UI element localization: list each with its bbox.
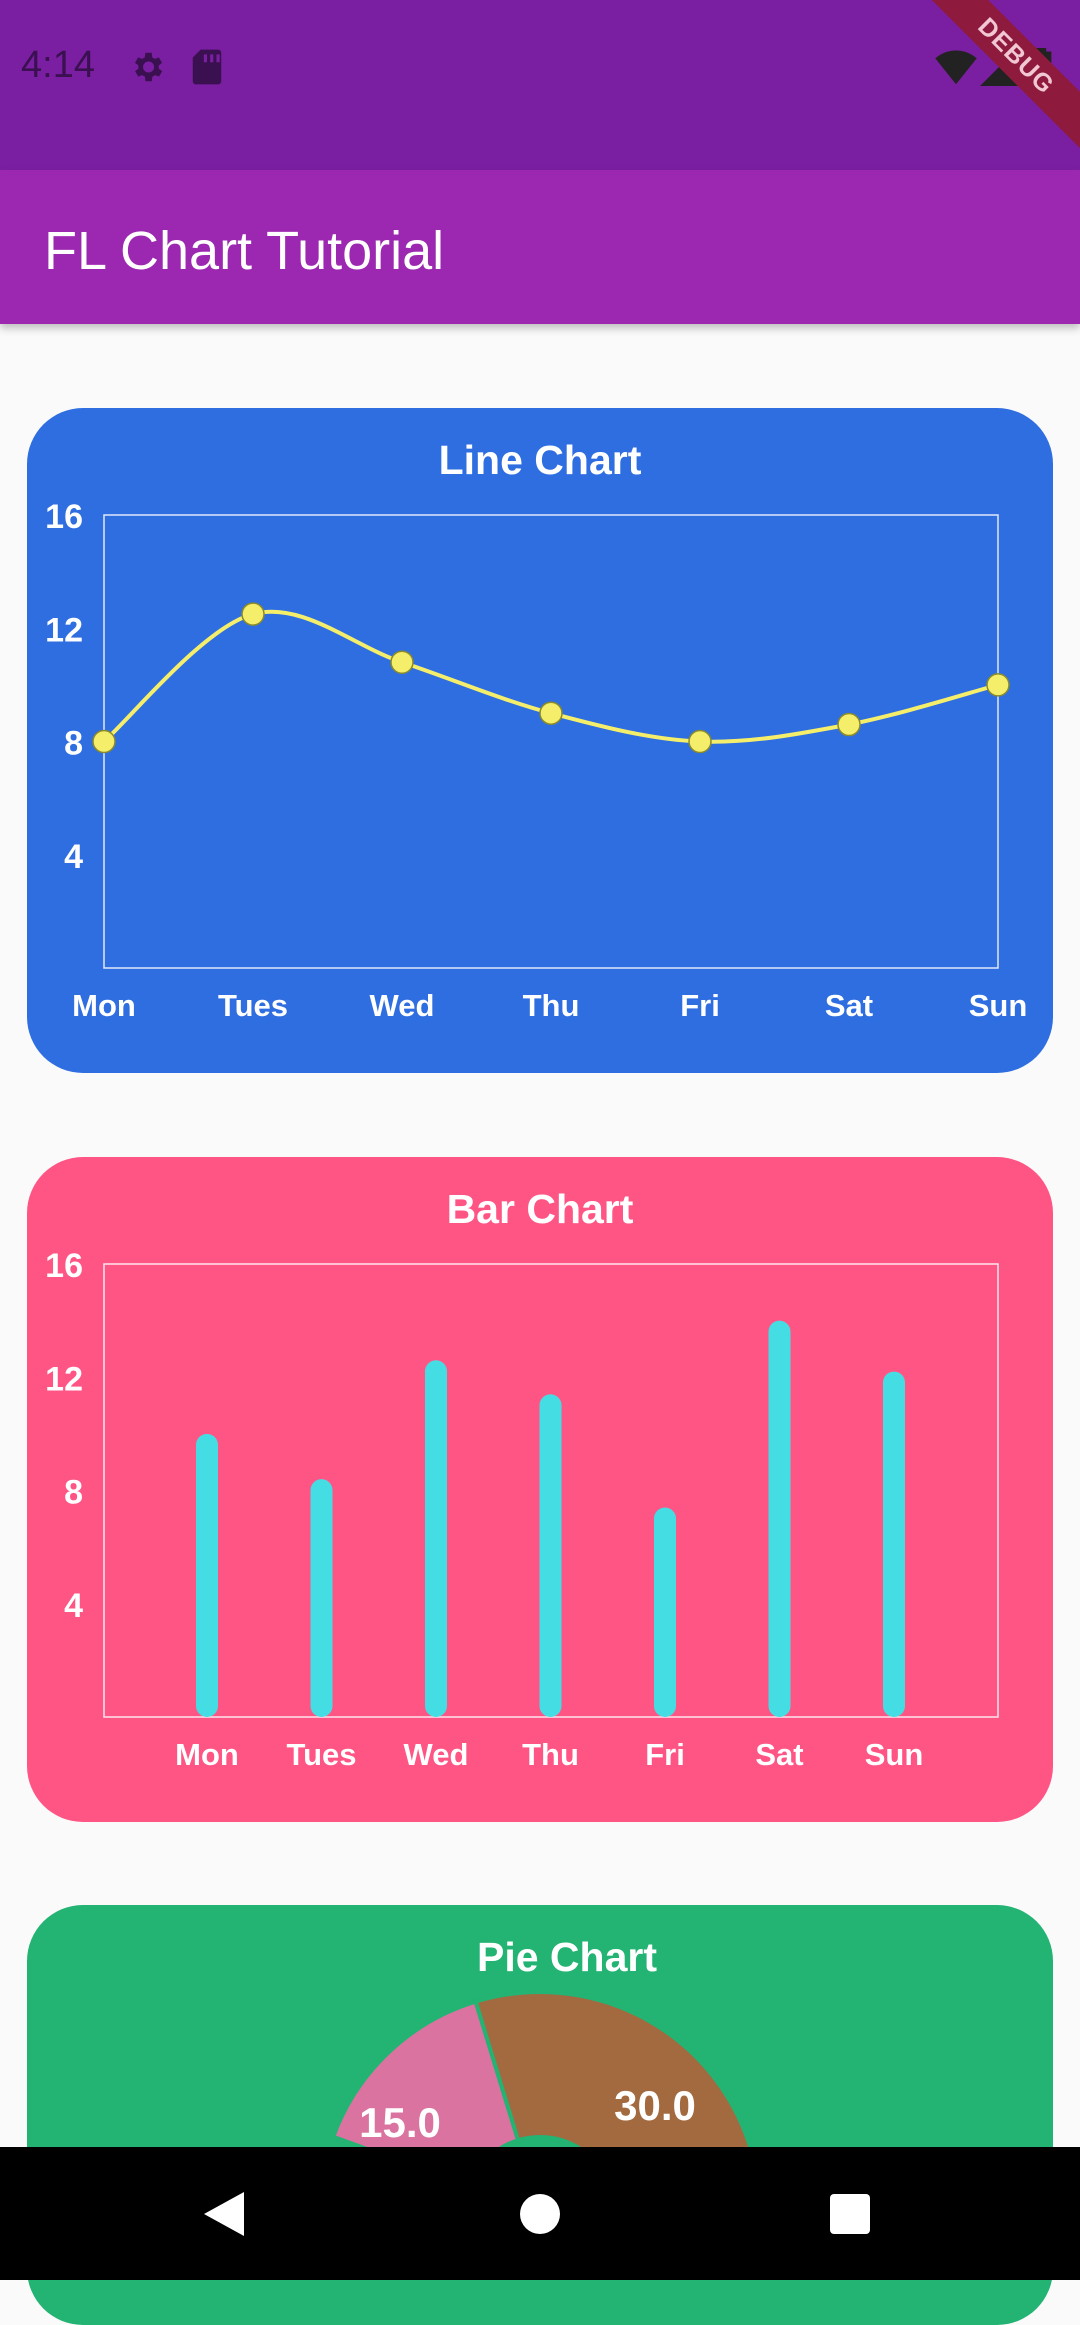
bar-chart-bar-mon <box>196 1433 218 1717</box>
line-chart-x-tick-tues: Tues <box>218 988 288 1023</box>
bar-chart-bar-tues <box>310 1479 333 1717</box>
line-chart-x-tick-sat: Sat <box>825 988 873 1023</box>
app-bar: FL Chart Tutorial <box>0 170 1080 324</box>
line-chart-y-tick-16: 16 <box>45 498 83 536</box>
bar-chart-x-tick-sun: Sun <box>865 1737 924 1772</box>
line-chart-x-tick-thu: Thu <box>523 988 580 1023</box>
line-chart-x-tick-fri: Fri <box>680 988 720 1023</box>
bar-chart-x-tick-sat: Sat <box>755 1737 803 1772</box>
bar-chart-y-tick-12: 12 <box>45 1360 83 1398</box>
line-chart-x-tick-wed: Wed <box>370 988 435 1023</box>
pie-label-30: 30.0 <box>614 2082 696 2129</box>
line-chart-card: Line Chart 4 8 12 16 Mon Tues Wed Thu Fri Sat Sun <box>27 408 1053 1073</box>
bar-chart-x-tick-wed: Wed <box>404 1737 469 1772</box>
bar-chart-card: Bar Chart 4 8 12 16 Mon Tues Wed Thu Fri Sat Sun <box>27 1157 1053 1822</box>
line-chart-point-mon <box>92 729 116 754</box>
line-chart-y-tick-8: 8 <box>64 725 83 763</box>
line-chart-y-tick-4: 4 <box>64 838 83 876</box>
back-icon[interactable] <box>204 2192 246 2236</box>
line-chart-point-thu <box>539 701 563 725</box>
bar-chart-y-tick-4: 4 <box>64 1587 83 1625</box>
line-chart-point-sun <box>986 673 1010 697</box>
bar-chart-y-tick-16: 16 <box>45 1247 83 1285</box>
bar-chart-bar-wed <box>425 1360 447 1717</box>
bar-chart-bar-fri <box>654 1507 676 1717</box>
line-chart-point-wed <box>390 650 414 674</box>
status-bar: 4:14 DEBUG <box>0 0 1080 170</box>
bar-chart-x-tick-fri: Fri <box>645 1737 685 1772</box>
line-chart: 4 8 12 16 Mon Tues Wed Thu Fri Sat Sun <box>45 498 1028 1023</box>
line-chart-point-fri <box>688 729 712 754</box>
bar-chart-bar-sat <box>768 1320 791 1717</box>
home-icon[interactable] <box>518 2192 562 2236</box>
line-chart-point-tues <box>241 602 265 626</box>
pie-label-15: 15.0 <box>359 2099 441 2146</box>
recents-icon[interactable] <box>828 2192 872 2236</box>
bar-chart-x-tick-tues: Tues <box>286 1737 356 1772</box>
navigation-bar <box>0 2147 1080 2280</box>
line-chart-point-sat <box>837 712 861 737</box>
bar-chart-bar-thu <box>539 1394 562 1717</box>
bar-chart-x-tick-mon: Mon <box>175 1737 239 1772</box>
line-chart-plot-border <box>103 514 999 969</box>
bar-chart: 4 8 12 16 Mon Tues Wed Thu Fri Sat Sun <box>45 1247 999 1772</box>
line-chart-x-tick-mon: Mon <box>72 988 136 1023</box>
wifi-icon <box>935 50 977 85</box>
line-chart-x-tick-sun: Sun <box>969 988 1028 1023</box>
app-title: FL Chart Tutorial <box>44 221 445 281</box>
gear-icon <box>134 52 163 82</box>
status-time: 4:14 <box>21 44 95 86</box>
bar-chart-y-tick-8: 8 <box>64 1474 83 1512</box>
bar-chart-bar-sun <box>883 1371 905 1717</box>
line-chart-y-tick-12: 12 <box>45 611 83 649</box>
bar-chart-x-tick-thu: Thu <box>522 1737 579 1772</box>
sd-card-icon <box>192 49 222 85</box>
